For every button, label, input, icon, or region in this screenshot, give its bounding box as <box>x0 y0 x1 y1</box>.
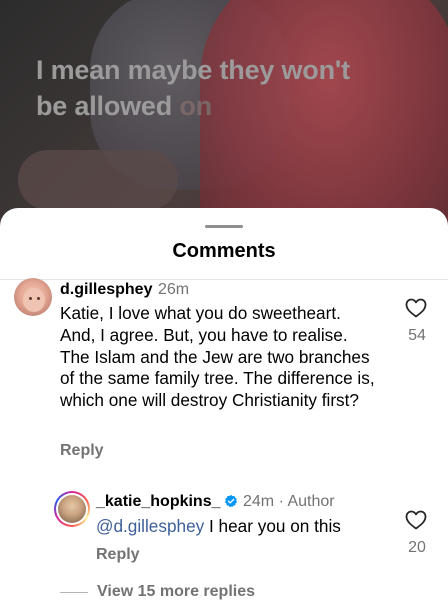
caption-line: I mean maybe they won't <box>36 55 350 85</box>
avatar[interactable] <box>14 278 52 316</box>
heart-outline-icon[interactable] <box>404 296 428 320</box>
divider <box>0 279 448 280</box>
avatar <box>58 495 86 523</box>
caption-text: on <box>172 91 212 121</box>
avatar-eye <box>29 297 32 300</box>
video-figure <box>18 150 178 210</box>
reply-username[interactable]: _katie_hopkins_ <box>96 493 221 511</box>
avatar-story-ring[interactable] <box>54 491 90 527</box>
more-replies-line <box>60 592 88 593</box>
reply-text: @d.gillesphey I hear you on this <box>96 515 341 537</box>
avatar-eye <box>37 297 40 300</box>
view-more-replies-button[interactable]: View 15 more replies <box>97 583 255 600</box>
sheet-grabber[interactable] <box>205 225 243 228</box>
reply-time: 24m · Author <box>243 493 335 510</box>
avatar-ring-inner <box>56 493 88 525</box>
sheet-title: Comments <box>172 240 276 262</box>
heart-outline-icon[interactable] <box>404 508 428 532</box>
like-count: 20 <box>408 539 426 556</box>
reply-text-body: I hear you on this <box>204 516 341 536</box>
verified-badge-icon <box>224 494 238 508</box>
like-count: 54 <box>408 327 426 344</box>
avatar-face <box>23 288 45 312</box>
caption-text: be allowed <box>36 91 173 121</box>
comment-username[interactable]: d.gillesphey <box>60 281 152 299</box>
reply-button[interactable]: Reply <box>60 442 104 460</box>
comment-text: Katie, I love what you do sweetheart. An… <box>60 303 375 411</box>
reply-button[interactable]: Reply <box>96 546 140 564</box>
video-background[interactable]: I mean maybe they won't be allowed on <box>0 0 448 240</box>
video-caption: I mean maybe they won't be allowed on <box>36 52 426 124</box>
caption-line: be allowed on <box>36 88 426 124</box>
comment-time: 26m <box>158 281 190 298</box>
mention-link[interactable]: @d.gillesphey <box>96 516 204 536</box>
